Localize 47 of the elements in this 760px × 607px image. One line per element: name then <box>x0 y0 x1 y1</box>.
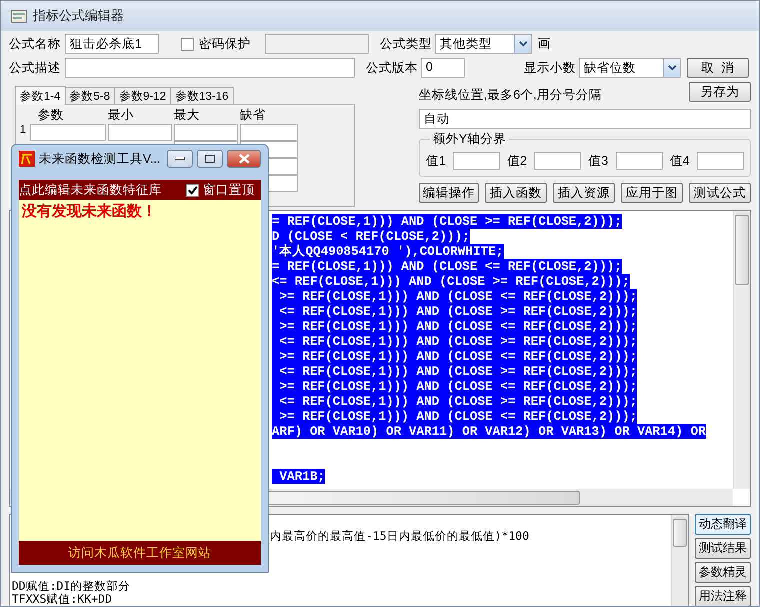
action-button[interactable]: 插入资源 <box>553 183 615 203</box>
value-label: 值3 <box>588 152 608 170</box>
version-label: 公式版本 <box>366 60 419 76</box>
action-button[interactable]: 编辑操作 <box>419 183 479 203</box>
edit-library-link[interactable]: 点此编辑未来函数特征库 <box>19 182 162 198</box>
description-line: DD赋值:DI的整数部分 <box>12 579 131 593</box>
column-header: 最大 <box>174 107 201 124</box>
group-title: 额外Y轴分界 <box>430 131 510 148</box>
action-button[interactable]: 插入函数 <box>485 183 547 203</box>
description-line: 内最高价的最高值-15日内最低价的最低值)*100 <box>270 529 530 543</box>
pin-label: 窗口置顶 <box>203 182 255 198</box>
window-title: 指标公式编辑器 <box>33 7 124 25</box>
type-label: 公式类型 <box>380 36 433 52</box>
type-select[interactable]: 其他类型 <box>435 34 532 54</box>
name-field[interactable]: 狙击必杀底1 <box>65 34 159 54</box>
name-label: 公式名称 <box>9 36 62 52</box>
param-tab[interactable]: 参数5-8 <box>66 87 116 104</box>
column-header: 缺省 <box>240 107 267 124</box>
action-button[interactable]: 应用于图 <box>621 183 683 203</box>
column-header: 参数 <box>37 107 65 124</box>
param-tab[interactable]: 参数9-12 <box>115 87 172 104</box>
side-button[interactable]: 用法注释 <box>695 586 751 606</box>
param-tab[interactable]: 参数1-4 <box>15 86 66 105</box>
action-button[interactable]: 测试公式 <box>689 183 751 203</box>
decimals-label: 显示小数 <box>524 60 577 76</box>
side-button[interactable]: 测试结果 <box>695 538 751 559</box>
column-header: 最小 <box>108 107 135 124</box>
result-text: 没有发现未来函数！ <box>22 203 157 220</box>
axis-field[interactable]: 自动 <box>419 109 751 129</box>
value-label: 值2 <box>507 152 528 170</box>
version-field[interactable]: 0 <box>421 58 465 78</box>
axis-label: 坐标线位置,最多6个,用分号分隔 <box>419 87 602 104</box>
side-button[interactable]: 动态翻译 <box>695 514 751 535</box>
side-button[interactable]: 参数精灵 <box>695 562 751 583</box>
description-line: TFXXS赋值:KK+DD <box>12 592 112 606</box>
value-label: 值4 <box>670 152 690 170</box>
decimals-select[interactable]: 缺省位数 <box>579 58 681 78</box>
draw-label: 画 <box>538 36 551 52</box>
password-label: 密码保护 <box>199 36 252 52</box>
description-label: 公式描述 <box>9 60 62 76</box>
param-tab[interactable]: 参数13-16 <box>171 87 234 104</box>
save-as-button[interactable]: 另存为 <box>689 82 751 102</box>
value-label: 值1 <box>426 152 446 170</box>
detector-title: 未来函数检测工具V... <box>39 150 162 168</box>
cancel-button[interactable]: 取 消 <box>687 58 749 78</box>
website-link[interactable]: 访问木瓜软件工作室网站 <box>68 544 212 562</box>
row-number: 1 <box>20 124 28 138</box>
